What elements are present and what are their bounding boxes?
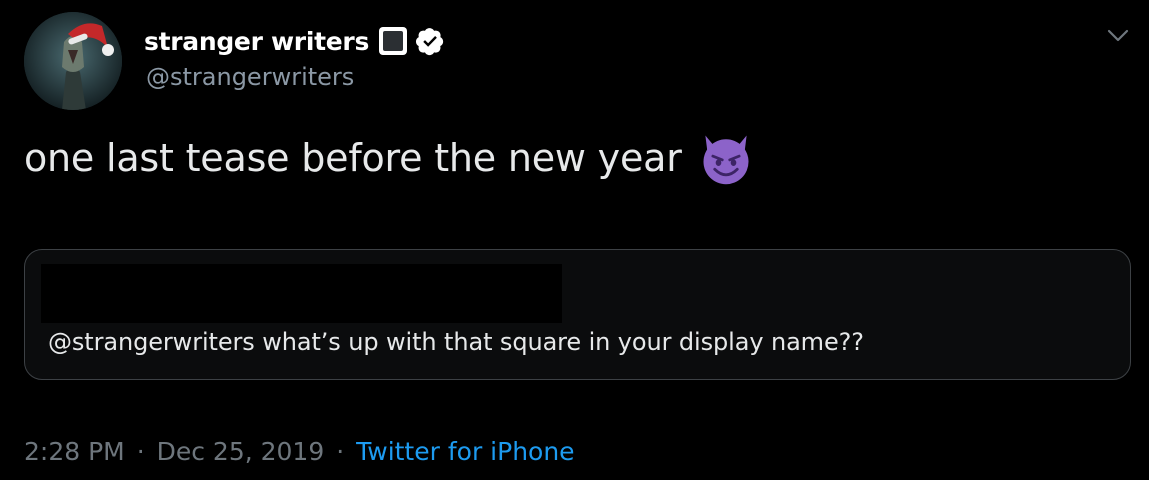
- tweet-body: one last tease before the new year: [24, 136, 682, 180]
- square-icon: [379, 27, 408, 55]
- meta-separator: ·: [136, 437, 145, 466]
- author-name-row[interactable]: stranger writers: [144, 22, 445, 60]
- redacted-quote-author: [41, 264, 562, 323]
- display-name[interactable]: stranger writers: [144, 27, 369, 56]
- author-handle[interactable]: @strangerwriters: [146, 63, 354, 91]
- smiling-face-with-horns-emoji: [703, 135, 749, 185]
- meta-separator: ·: [336, 437, 345, 466]
- tweet-source-link[interactable]: Twitter for iPhone: [356, 437, 574, 466]
- tweet-text: one last tease before the new year: [24, 128, 756, 188]
- avatar[interactable]: [24, 12, 122, 110]
- chevron-down-icon: [1107, 29, 1129, 42]
- verified-badge-icon: [416, 28, 444, 56]
- tweet-time[interactable]: 2:28 PM: [24, 437, 125, 466]
- tweet-menu-button[interactable]: [1098, 18, 1138, 54]
- tweet-date[interactable]: Dec 25, 2019: [157, 437, 325, 466]
- tweet-meta: 2:28 PM · Dec 25, 2019 · Twitter for iPh…: [24, 437, 575, 466]
- quoted-tweet-card[interactable]: @strangerwriters what’s up with that squ…: [24, 249, 1131, 380]
- quoted-tweet-text: @strangerwriters what’s up with that squ…: [48, 328, 864, 356]
